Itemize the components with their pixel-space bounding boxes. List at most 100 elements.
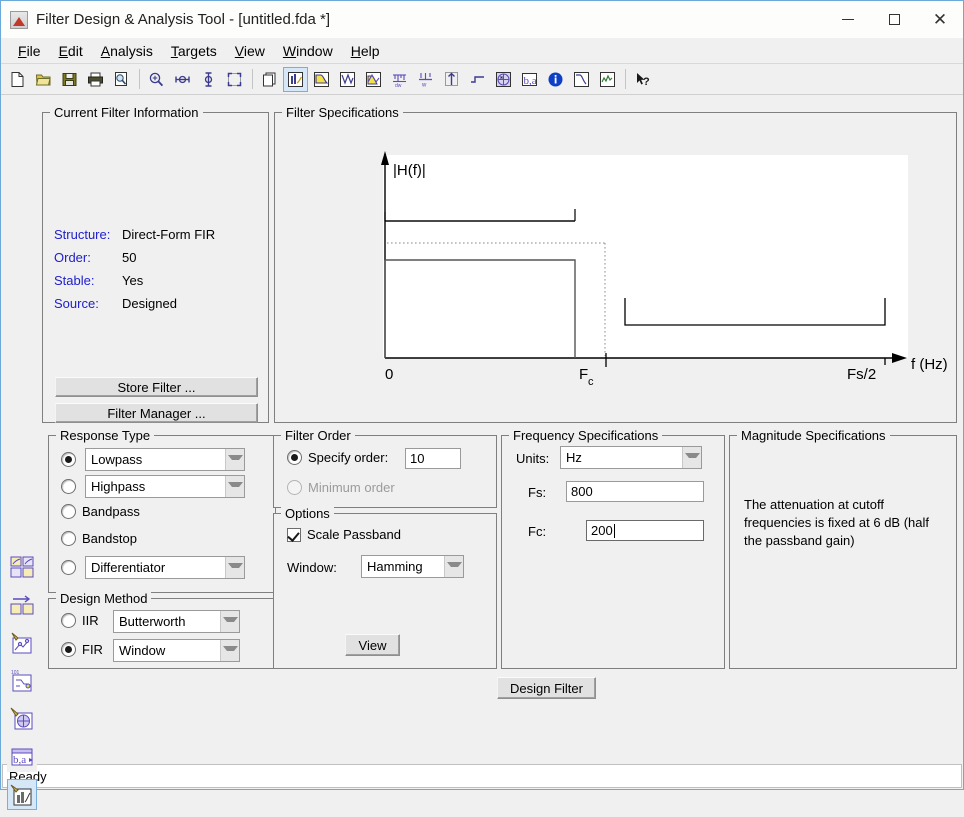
zoom-in-button[interactable] [144, 67, 169, 92]
fc-input[interactable]: 200 [586, 520, 704, 541]
fs-input[interactable]: 800 [566, 481, 704, 502]
response-type-lowpass-radio[interactable] [61, 452, 76, 467]
response-type-highpass-combo[interactable]: Highpass [85, 475, 245, 498]
specify-order-radio[interactable]: Specify order: [287, 450, 388, 465]
phase-response-button[interactable] [335, 67, 360, 92]
design-method-panel: Design Method IIR Butterworth FIR Window [48, 591, 276, 669]
radio-iir-icon [61, 613, 76, 628]
magnitude-and-phase-button[interactable] [361, 67, 386, 92]
units-combo[interactable]: Hz [560, 446, 702, 469]
filter-manager-button[interactable]: Filter Manager ... [55, 403, 258, 423]
zoom-x-button[interactable] [170, 67, 195, 92]
design-filter-button[interactable]: Design Filter [497, 677, 596, 699]
group-delay-button[interactable]: dw [387, 67, 412, 92]
realize-model-button[interactable]: b,a [7, 741, 37, 772]
pole-zero-editor-button[interactable] [7, 627, 37, 658]
units-value: Hz [566, 450, 582, 465]
radio-bandpass-icon [61, 504, 76, 519]
step-response-button[interactable] [465, 67, 490, 92]
zoom-y-icon [204, 71, 213, 87]
view-button[interactable]: View [345, 634, 400, 656]
filter-specifications-icon [288, 71, 303, 87]
impulse-response-button[interactable] [439, 67, 464, 92]
design-filter-sidebar-button[interactable] [7, 551, 37, 582]
stable-value: Yes [122, 273, 144, 288]
filter-coefficients-icon: b,a [522, 72, 537, 87]
context-help-button[interactable]: ? [630, 67, 655, 92]
maximize-button[interactable] [871, 1, 917, 38]
round-off-noise-button[interactable] [595, 67, 620, 92]
zoom-in-icon [149, 72, 164, 86]
filter-specifications-plot[interactable]: |H(f)| f (Hz) 0 F c Fs/2 [275, 113, 956, 422]
order-label: Order: [54, 250, 91, 265]
design-method-fir-combo[interactable]: Window [113, 639, 240, 662]
frequency-specifications-panel: Frequency Specifications Units: Hz Fs: 8… [501, 428, 725, 669]
filter-info-row: Order: 50 [54, 246, 215, 269]
toolbar-separator [139, 69, 140, 89]
magnitude-response-button[interactable] [309, 67, 334, 92]
response-type-highpass-radio[interactable] [61, 479, 76, 494]
main-toolbar: dw w b,a ? [1, 64, 963, 95]
realize-model-icon: b,a [11, 748, 33, 766]
pole-zero-plot-button[interactable] [491, 67, 516, 92]
matlab-fdatool-icon [10, 10, 28, 29]
new-filter-icon [11, 71, 24, 87]
menu-window[interactable]: Window [274, 41, 342, 61]
specify-order-input[interactable]: 10 [405, 448, 461, 469]
filter-information-button[interactable] [543, 67, 568, 92]
response-type-differentiator-combo[interactable]: Differentiator [85, 556, 245, 579]
scale-passband-checkbox[interactable]: Scale Passband [287, 527, 401, 542]
current-filter-information-legend: Current Filter Information [50, 105, 203, 120]
title-bar: Filter Design & Analysis Tool - [untitle… [1, 1, 963, 39]
response-type-bandstop-radio[interactable]: Bandstop [61, 531, 137, 546]
menu-targets[interactable]: Targets [162, 41, 226, 61]
menu-file[interactable]: File [9, 41, 50, 61]
menu-help[interactable]: Help [342, 41, 389, 61]
new-filter-button[interactable] [5, 67, 30, 92]
response-type-differentiator-radio[interactable] [61, 560, 76, 575]
print-to-figure-button[interactable] [257, 67, 282, 92]
phase-delay-icon: w [419, 72, 432, 88]
save-button[interactable] [57, 67, 82, 92]
menu-analysis[interactable]: Analysis [92, 41, 162, 61]
minimize-button[interactable] [825, 1, 871, 38]
transform-filter-button[interactable] [7, 703, 37, 734]
radio-specify-order-icon [287, 450, 302, 465]
specify-order-value: 10 [410, 451, 425, 466]
print-button[interactable] [83, 67, 108, 92]
design-method-iir-radio[interactable]: IIR [61, 613, 99, 628]
open-button[interactable] [31, 67, 56, 92]
minimum-order-radio[interactable]: Minimum order [287, 480, 395, 495]
magnitude-specifications-button[interactable] [569, 67, 594, 92]
window-combo[interactable]: Hamming [361, 555, 464, 578]
design-multirate-filter-button[interactable] [7, 779, 37, 810]
print-preview-button[interactable] [109, 67, 134, 92]
response-type-bandpass-radio[interactable]: Bandpass [61, 504, 140, 519]
full-view-button[interactable] [222, 67, 247, 92]
help-pointer-icon: ? [637, 72, 650, 88]
x-tick-cutoff-subscript: c [588, 376, 594, 388]
pole-zero-editor-icon [11, 632, 32, 653]
menu-edit[interactable]: Edit [50, 41, 92, 61]
filter-coefficients-button[interactable]: b,a [517, 67, 542, 92]
design-method-iir-combo[interactable]: Butterworth [113, 610, 240, 633]
close-button[interactable]: ✕ [917, 1, 963, 38]
specify-order-label: Specify order: [308, 450, 389, 465]
filter-info-row: Structure: Direct-Form FIR [54, 223, 215, 246]
design-method-fir-radio[interactable]: FIR [61, 642, 103, 657]
import-filter-button[interactable] [7, 589, 37, 620]
design-method-fir-value: Window [119, 643, 166, 658]
set-quantization-parameters-button[interactable]: 101 [7, 665, 37, 696]
filter-specifications-button[interactable] [283, 66, 308, 92]
radio-minimum-order-icon [287, 480, 302, 495]
fc-label: Fc: [528, 524, 547, 539]
zoom-y-button[interactable] [196, 67, 221, 92]
magnitude-specifications-panel: Magnitude Specifications The attenuation… [729, 428, 957, 669]
response-type-lowpass-combo[interactable]: Lowpass [85, 448, 245, 471]
menu-view[interactable]: View [226, 41, 274, 61]
store-filter-button[interactable]: Store Filter ... [55, 377, 258, 397]
phase-delay-button[interactable]: w [413, 67, 438, 92]
x-tick-origin-label: 0 [385, 366, 393, 383]
design-method-legend: Design Method [56, 591, 152, 606]
response-type-lowpass-value: Lowpass [91, 452, 143, 467]
